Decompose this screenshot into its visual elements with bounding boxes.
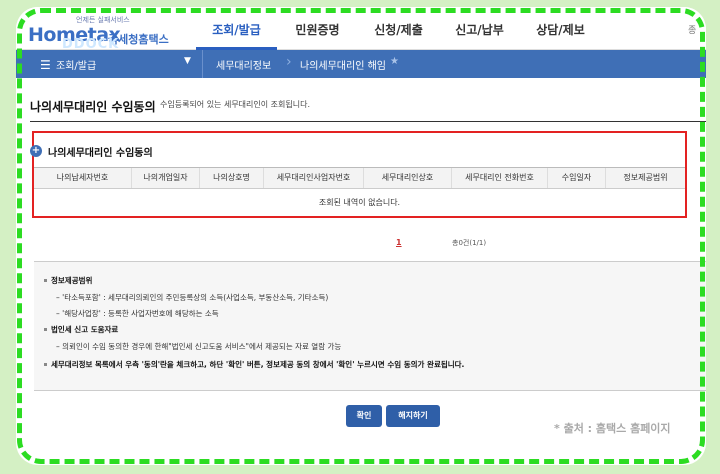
info-notes: 정보제공범위 – '타소득포함' : 세무대리의뢰인의 주민등록상의 소득(사업… — [34, 261, 706, 391]
screenshot-frame: 언제든 실패서비스 Hometax 국세청홈택스 DDOCK 조회/발급 민원증… — [16, 7, 706, 465]
confirm-button[interactable]: 확인 — [346, 405, 382, 427]
note-heading: 법인세 신고 도움자료 — [51, 325, 119, 334]
nav-item-filing[interactable]: 신고/납부 — [439, 7, 520, 50]
page-description: 수임등록되어 있는 세무대리인이 조회됩니다. — [160, 100, 311, 109]
bullet — [44, 363, 47, 366]
breadcrumb: ☰ 조회/발급 ▼ 세무대리정보 › 나의세무대리인 해임 ★ — [16, 50, 706, 78]
title-divider — [30, 121, 706, 122]
note-line: – '타소득포함' : 세무대리의뢰인의 주민등록상의 소득(사업소득, 부동산… — [56, 293, 329, 302]
top-bar: 언제든 실패서비스 Hometax 국세청홈택스 DDOCK 조회/발급 민원증… — [16, 7, 706, 52]
table-header: 나의납세자번호 나의개업일자 나의상호명 세무대리인사업자번호 세무대리인상호 … — [34, 167, 685, 189]
nav-item-consult[interactable]: 상담/제보 — [520, 7, 601, 50]
note-text: 의뢰인이 수임 동의한 경우에 한해"법인세 신고도움 서비스"에서 제공되는 … — [62, 342, 342, 351]
column-header: 세무대리인사업자번호 — [264, 168, 364, 188]
result-count: 총0건(1/1) — [452, 239, 487, 247]
page-header: 나의세무대리인 수임동의 수임등록되어 있는 세무대리인이 조회됩니다. — [30, 96, 310, 115]
plus-circle-icon: + — [30, 145, 42, 157]
nav-item-more[interactable]: 종 — [688, 23, 696, 36]
column-header: 수임일자 — [548, 168, 606, 188]
breadcrumb-divider — [202, 50, 203, 78]
note-line: – 의뢰인이 수임 동의한 경우에 한해"법인세 신고도움 서비스"에서 제공되… — [56, 342, 342, 351]
note-text: '해당사업장' : 등록한 사업자번호에 해당하는 소득 — [62, 309, 219, 318]
column-header: 나의개업일자 — [132, 168, 200, 188]
column-header: 나의납세자번호 — [34, 168, 132, 188]
nav-item-application[interactable]: 신청/제출 — [358, 7, 439, 50]
bullet — [44, 279, 47, 282]
chevron-right-icon: › — [286, 54, 292, 70]
source-caption: * 출처 : 홈택스 홈페이지 — [554, 422, 671, 435]
note-text: '타소득포함' : 세무대리의뢰인의 주민등록상의 소득(사업소득, 부동산소득… — [62, 293, 329, 302]
nav-item-inquiry[interactable]: 조회/발급 — [196, 7, 277, 50]
empty-message: 조회된 내역이 없습니다. — [318, 198, 401, 207]
page-title: 나의세무대리인 수임동의 — [30, 100, 156, 114]
note-line: – '해당사업장' : 등록한 사업자번호에 해당하는 소득 — [56, 309, 219, 318]
menu-icon[interactable]: ☰ — [40, 58, 51, 72]
column-header: 세무대리인 전화번호 — [452, 168, 548, 188]
column-header: 정보제공범위 — [623, 173, 668, 182]
column-header: 나의상호명 — [200, 168, 264, 188]
breadcrumb-level2[interactable]: 세무대리정보 — [216, 57, 271, 72]
chevron-down-icon[interactable]: ▼ — [184, 56, 191, 66]
note-heading: 정보제공범위 — [51, 276, 93, 285]
main-nav: 조회/발급 민원증명 신청/제출 신고/납부 상담/제보 — [196, 7, 601, 50]
consent-panel: + 나의세무대리인 수임동의 나의납세자번호 나의개업일자 나의상호명 세무대리… — [30, 131, 687, 218]
bullet — [44, 328, 47, 331]
note-heading: 세무대리정보 목록에서 우측 '동의'란을 체크하고, 하단 '확인' 버튼, … — [51, 360, 465, 369]
nav-item-certificate[interactable]: 민원증명 — [277, 7, 358, 50]
breadcrumb-level3[interactable]: 나의세무대리인 해임 — [300, 57, 386, 72]
column-header: 세무대리인상호 — [364, 168, 452, 188]
panel-title: 나의세무대리인 수임동의 — [48, 148, 153, 159]
star-icon[interactable]: ★ — [390, 56, 399, 67]
hometax-logo[interactable]: 언제든 실패서비스 Hometax 국세청홈택스 DDOCK — [28, 15, 188, 52]
cancel-contract-button[interactable]: 해지하기 — [386, 405, 440, 427]
breadcrumb-level1[interactable]: 조회/발급 — [56, 57, 96, 72]
page-number-link[interactable]: 1 — [396, 238, 402, 247]
